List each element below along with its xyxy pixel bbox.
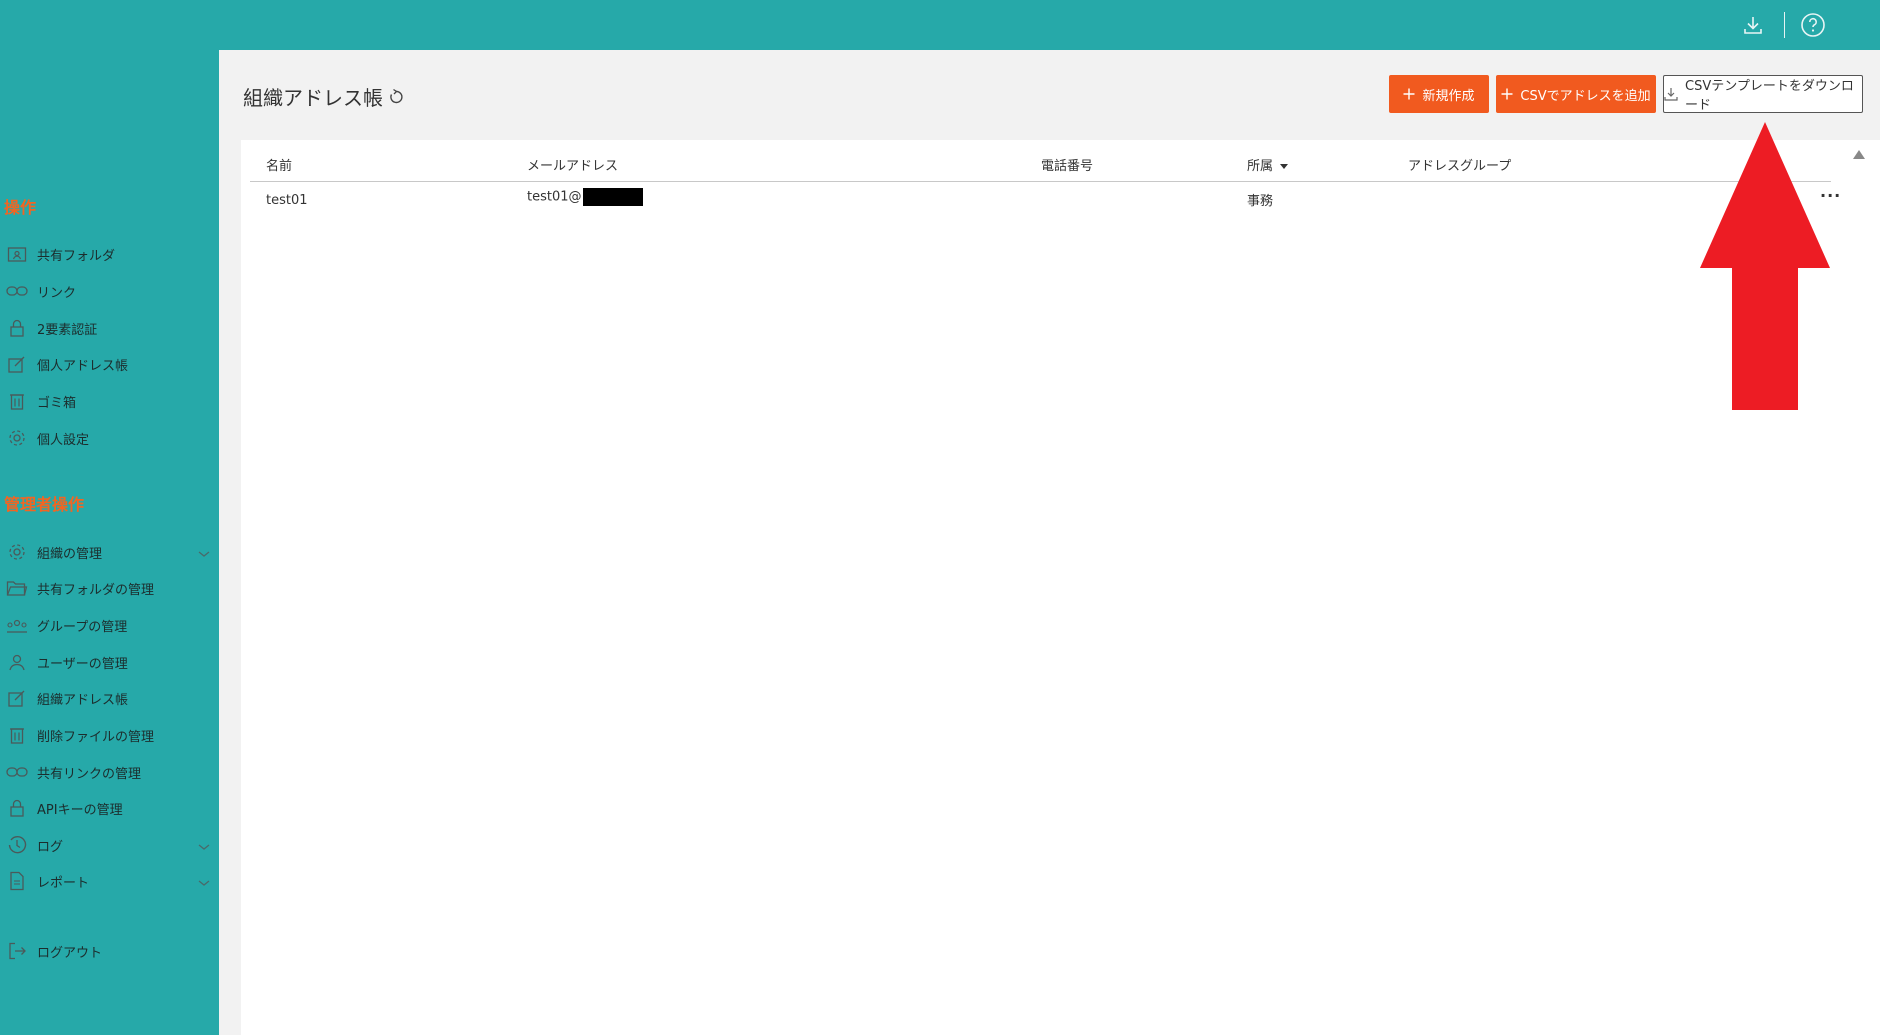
logout-icon (5, 939, 29, 963)
cell-email-text: test01@ (527, 189, 582, 205)
download-icon[interactable] (1738, 10, 1768, 40)
sidebar-item-personal-address-book[interactable]: 個人アドレス帳 (0, 348, 219, 380)
gear-icon (5, 540, 29, 564)
trash-icon (5, 389, 29, 413)
sidebar-item-shared-link-management[interactable]: 共有リンクの管理 (0, 756, 219, 788)
chevron-down-icon[interactable] (197, 873, 211, 892)
column-header-dept[interactable]: 所属 (1247, 155, 1289, 174)
sidebar-item-label: 組織アドレス帳 (37, 692, 129, 708)
sidebar-item-label: ゴミ箱 (37, 395, 77, 411)
page-title: 組織アドレス帳 (243, 82, 405, 111)
section-heading-admin: 管理者操作 (4, 495, 85, 514)
sidebar-item-org-management[interactable]: 組織の管理 (0, 536, 219, 568)
scroll-up-arrow-icon[interactable] (1853, 150, 1865, 159)
new-button[interactable]: 新規作成 (1389, 75, 1489, 113)
csv-add-button[interactable]: CSVでアドレスを追加 (1496, 75, 1656, 113)
page-title-text: 組織アドレス帳 (243, 86, 383, 110)
sidebar-item-personal-settings[interactable]: 個人設定 (0, 422, 219, 454)
sidebar-item-log[interactable]: ログ (0, 829, 219, 861)
topbar-separator (1784, 12, 1785, 38)
sidebar-item-label: 組織の管理 (37, 546, 103, 562)
sidebar-item-label: ログアウト (37, 945, 103, 961)
column-header-phone[interactable]: 電話番号 (1041, 155, 1093, 174)
sidebar-item-user-management[interactable]: ユーザーの管理 (0, 646, 219, 678)
sidebar-item-shared-folder[interactable]: 共有フォルダ (0, 238, 219, 270)
column-header-email[interactable]: メールアドレス (527, 155, 618, 174)
help-icon[interactable] (1798, 10, 1828, 40)
folder-open-icon (5, 576, 29, 600)
link-icon (5, 760, 29, 784)
sidebar-item-logout[interactable]: ログアウト (0, 935, 219, 967)
plus-icon (1501, 88, 1513, 100)
group-icon (5, 613, 29, 637)
user-icon (5, 650, 29, 674)
sidebar-item-label: 共有リンクの管理 (37, 766, 142, 782)
lock-icon (5, 796, 29, 820)
sidebar-item-org-address-book[interactable]: 組織アドレス帳 (0, 682, 219, 714)
sidebar-item-label: 削除ファイルの管理 (37, 729, 155, 745)
table-header-divider (250, 181, 1831, 182)
sidebar: 操作 共有フォルダ リンク 2要素認証 個人アドレス帳 ゴミ箱 個人設定 管理者… (0, 50, 219, 1035)
sidebar-item-trash[interactable]: ゴミ箱 (0, 385, 219, 417)
sidebar-item-api-key-management[interactable]: APIキーの管理 (0, 792, 219, 824)
plus-icon (1403, 88, 1415, 100)
sidebar-item-label: 2要素認証 (37, 322, 98, 338)
csv-template-download-button[interactable]: CSVテンプレートをダウンロード (1663, 75, 1863, 113)
document-icon (5, 869, 29, 893)
address-table-panel: 名前 メールアドレス 電話番号 所属 アドレスグループ test01 test0… (241, 140, 1880, 1035)
sidebar-item-shared-folder-management[interactable]: 共有フォルダの管理 (0, 572, 219, 604)
chevron-down-icon[interactable] (197, 837, 211, 856)
chevron-down-icon[interactable] (197, 544, 211, 563)
refresh-icon[interactable] (387, 88, 405, 106)
column-header-name[interactable]: 名前 (266, 155, 292, 174)
lock-icon (5, 316, 29, 340)
sidebar-item-deleted-files-management[interactable]: 削除ファイルの管理 (0, 719, 219, 751)
link-icon (5, 279, 29, 303)
sidebar-item-label: APIキーの管理 (37, 802, 123, 818)
sidebar-item-label: ログ (37, 839, 64, 855)
sidebar-item-label: リンク (37, 285, 77, 301)
new-button-label: 新規作成 (1422, 88, 1475, 104)
redacted-block (582, 188, 643, 206)
cell-dept: 事務 (1247, 194, 1274, 209)
sidebar-item-2fa[interactable]: 2要素認証 (0, 312, 219, 344)
main-content: 組織アドレス帳 新規作成 CSVでアドレスを追加 CSVテンプレートをダウンロー… (219, 50, 1880, 1035)
sidebar-item-label: 共有フォルダの管理 (37, 582, 155, 598)
edit-icon (5, 352, 29, 376)
sidebar-item-report[interactable]: レポート (0, 865, 219, 897)
csv-template-button-label: CSVテンプレートをダウンロード (1685, 79, 1854, 113)
edit-icon (5, 686, 29, 710)
section-heading-operations: 操作 (4, 198, 37, 217)
top-bar (0, 0, 1880, 50)
gear-icon (5, 426, 29, 450)
cell-email: test01@ (527, 188, 643, 206)
annotation-arrow-icon (1700, 122, 1830, 410)
sort-desc-icon (1280, 164, 1289, 169)
trash-icon (5, 723, 29, 747)
sidebar-item-label: 個人アドレス帳 (37, 358, 129, 374)
download-icon (1664, 87, 1678, 101)
history-icon (5, 833, 29, 857)
sidebar-item-label: グループの管理 (37, 619, 128, 635)
sidebar-item-label: 共有フォルダ (37, 248, 116, 264)
sidebar-item-label: ユーザーの管理 (37, 656, 128, 672)
shared-folder-icon (5, 242, 29, 266)
sidebar-item-label: レポート (37, 875, 90, 891)
sidebar-item-link[interactable]: リンク (0, 275, 219, 307)
sidebar-item-group-management[interactable]: グループの管理 (0, 609, 219, 641)
cell-name: test01 (266, 193, 308, 208)
csv-add-button-label: CSVでアドレスを追加 (1520, 88, 1651, 104)
column-header-address-group[interactable]: アドレスグループ (1408, 155, 1511, 174)
sidebar-item-label: 個人設定 (37, 432, 90, 448)
column-header-dept-label: 所属 (1247, 159, 1274, 174)
